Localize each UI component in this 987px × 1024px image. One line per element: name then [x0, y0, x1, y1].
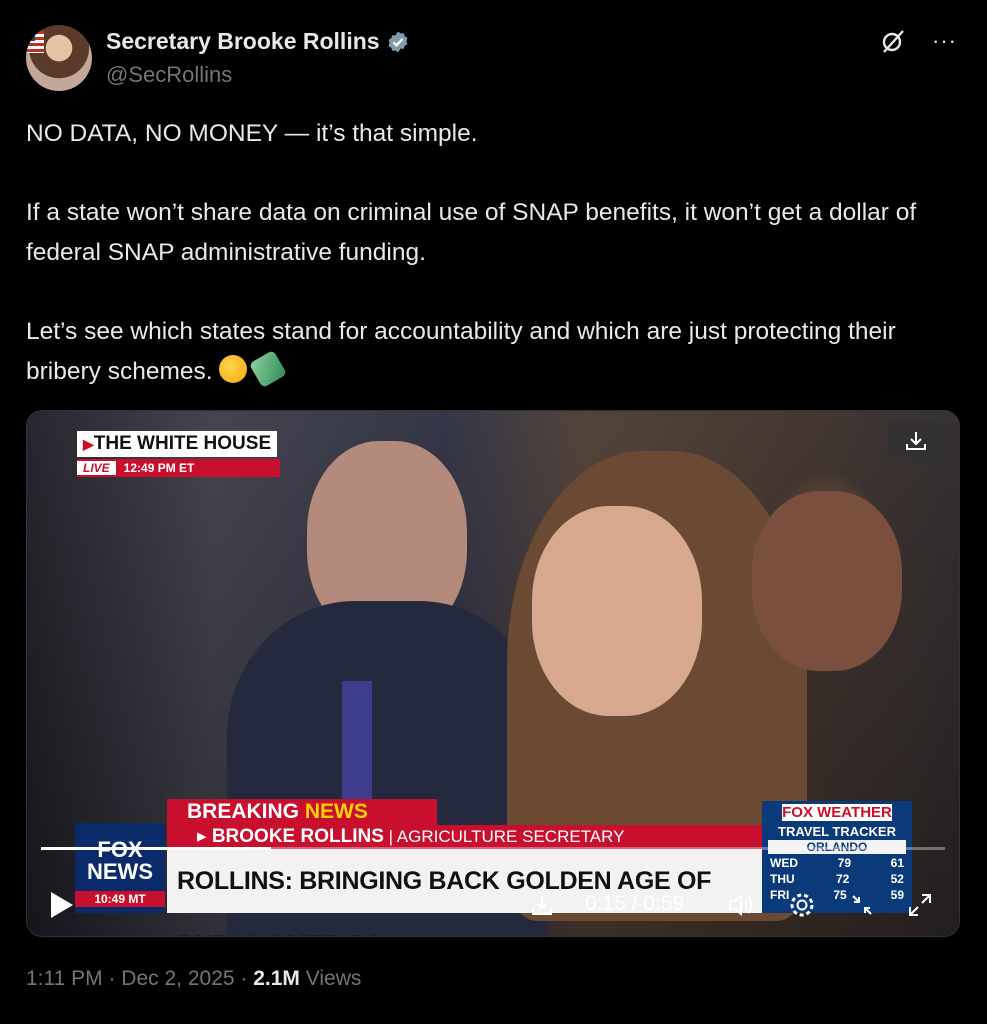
play-icon[interactable]: [51, 892, 73, 918]
video-progress-bar[interactable]: [41, 847, 945, 850]
fox-news-logo: FOX NEWS 10:49 MT: [75, 823, 165, 913]
weather-brand: FOX WEATHER: [782, 804, 892, 821]
chyron-subtitle: ▸ BROOKE ROLLINS | AGRICULTURE SECRETARY: [167, 825, 785, 849]
flag-icon: [26, 31, 44, 53]
grok-icon[interactable]: [880, 28, 906, 54]
weather-row: FRI 75 59: [770, 888, 904, 902]
author-name-row[interactable]: Secretary Brooke Rollins: [106, 28, 410, 55]
weather-row: WED 79 61: [770, 856, 904, 870]
live-label: LIVE: [77, 461, 116, 475]
tweet-line-3: Let’s see which states stand for account…: [26, 312, 966, 392]
chyron-headline: ROLLINS: BRINGING BACK GOLDEN AGE OF RUR…: [167, 849, 795, 936]
display-name[interactable]: Secretary Brooke Rollins: [106, 28, 380, 55]
settings-gear-icon[interactable]: [787, 890, 817, 920]
video-person-right: [752, 491, 902, 671]
weather-box: FOX WEATHER TRAVEL TRACKER ORLANDO WED 79…: [762, 801, 912, 913]
money-with-wings-emoji-icon: [249, 349, 288, 389]
download-button[interactable]: [887, 421, 945, 461]
chyron-name: ▸ BROOKE ROLLINS: [197, 826, 384, 847]
fullscreen-icon[interactable]: [905, 890, 935, 920]
more-options-icon[interactable]: ···: [932, 30, 957, 52]
breaking-news-banner: BREAKING NEWS: [167, 799, 437, 825]
views-count: 2.1M: [253, 967, 300, 990]
weather-title: TRAVEL TRACKER: [778, 824, 896, 839]
avatar[interactable]: [26, 25, 92, 91]
white-house-label: THE WHITE HOUSE: [93, 433, 272, 454]
network-clock: 10:49 MT: [75, 891, 165, 907]
tweet-line-1: NO DATA, NO MONEY — it’s that simple.: [26, 120, 478, 147]
views-label: Views: [299, 967, 362, 990]
white-house-tag: ▶THE WHITE HOUSE: [77, 431, 278, 457]
tweet-meta: 1:11 PM · Dec 2, 2025 · 2.1M Views: [26, 967, 361, 991]
download-video-icon[interactable]: [527, 890, 557, 920]
handle[interactable]: @SecRollins: [106, 62, 232, 88]
thinking-face-emoji-icon: [219, 355, 248, 383]
chyron-title: | AGRICULTURE SECRETARY: [383, 827, 625, 846]
tweet-line-3-text: Let’s see which states stand for account…: [26, 318, 896, 385]
volume-icon[interactable]: [725, 890, 755, 920]
video-player[interactable]: ▶THE WHITE HOUSE LIVE 12:49 PM ET BREAKI…: [26, 410, 960, 937]
picture-in-picture-icon[interactable]: [847, 890, 877, 920]
news-label: NEWS: [304, 800, 368, 823]
news-network-label: NEWS: [87, 859, 153, 884]
video-time-readout: 0:15 / 0:59: [585, 892, 685, 915]
tweet-timestamp[interactable]: 1:11 PM · Dec 2, 2025 ·: [26, 967, 253, 990]
live-time: 12:49 PM ET: [123, 461, 195, 475]
weather-row: THU 72 52: [770, 872, 904, 886]
tweet-top-actions: ···: [880, 28, 957, 54]
tweet-line-2: If a state won’t share data on criminal …: [26, 199, 917, 266]
download-icon: [906, 432, 926, 450]
video-speaker: [532, 506, 702, 716]
tweet-text: NO DATA, NO MONEY — it’s that simple. If…: [26, 114, 966, 392]
live-bar: LIVE 12:49 PM ET: [77, 459, 280, 477]
video-progress-fill: [41, 847, 271, 850]
verified-badge-icon: [388, 31, 408, 52]
breaking-label: BREAKING: [187, 800, 305, 823]
